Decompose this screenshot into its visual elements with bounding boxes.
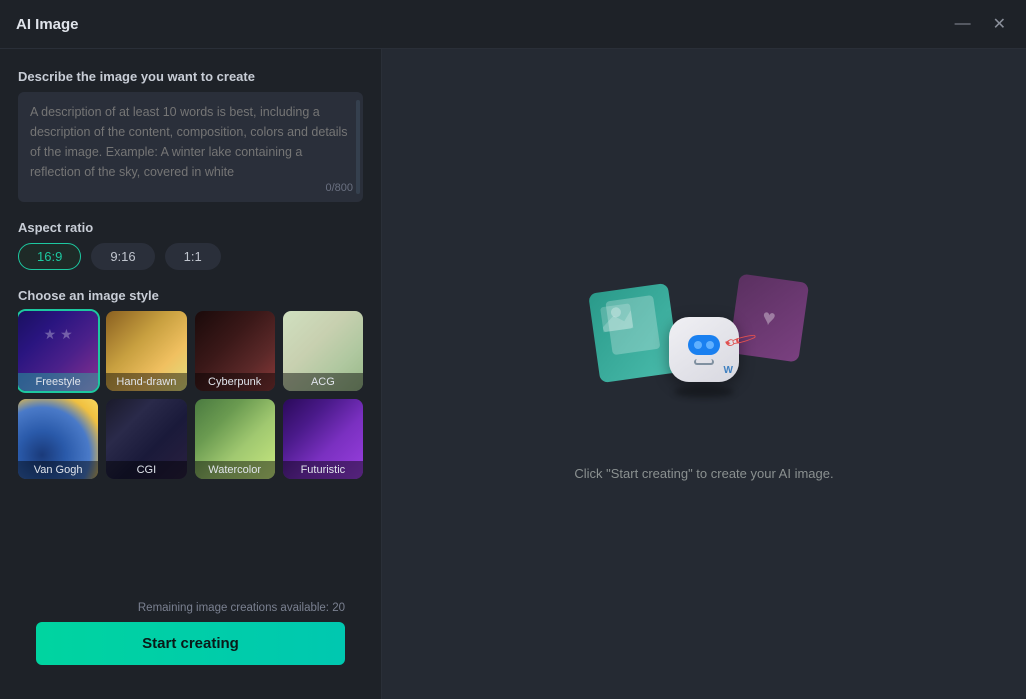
- style-item-vangogh[interactable]: Van Gogh: [18, 399, 98, 479]
- close-button[interactable]: ✕: [989, 12, 1010, 36]
- robot-eye: [688, 335, 720, 355]
- robot-mouth: [694, 359, 714, 365]
- style-item-watercolor[interactable]: Watercolor: [195, 399, 275, 479]
- style-item-handdrawn[interactable]: Hand-drawn: [106, 311, 186, 391]
- style-acg-label: ACG: [283, 373, 363, 391]
- style-item-freestyle[interactable]: Freestyle: [18, 311, 98, 391]
- aspect-btn-1-1[interactable]: 1:1: [165, 243, 221, 270]
- robot-body: W 🖌: [669, 317, 739, 398]
- main-layout: Describe the image you want to create 0/…: [0, 49, 1026, 699]
- window-title: AI Image: [16, 16, 79, 33]
- window-title-area: AI Image: [16, 16, 79, 33]
- style-handdrawn-label: Hand-drawn: [106, 373, 186, 391]
- style-vangogh-label: Van Gogh: [18, 461, 98, 479]
- prompt-section: Describe the image you want to create 0/…: [18, 69, 363, 202]
- aspect-ratio-section: Aspect ratio 16:9 9:16 1:1: [18, 220, 363, 270]
- robot-shadow: [674, 386, 734, 398]
- remaining-text: Remaining image creations available: 20: [36, 602, 345, 614]
- style-section: Choose an image style Freestyle Hand-dra…: [18, 288, 363, 479]
- style-cyberpunk-label: Cyberpunk: [195, 373, 275, 391]
- prompt-textarea-wrapper: 0/800: [18, 92, 363, 202]
- style-item-futuristic[interactable]: Futuristic: [283, 399, 363, 479]
- start-creating-button[interactable]: Start creating: [36, 622, 345, 665]
- style-futuristic-label: Futuristic: [283, 461, 363, 479]
- style-freestyle-label: Freestyle: [18, 373, 98, 391]
- minimize-button[interactable]: —: [951, 12, 975, 36]
- ai-illustration: W 🖌: [594, 268, 814, 448]
- hint-text: Click "Start creating" to create your AI…: [574, 466, 833, 481]
- style-item-cyberpunk[interactable]: Cyberpunk: [195, 311, 275, 391]
- style-grid: Freestyle Hand-drawn Cyberpunk ACG: [18, 311, 363, 479]
- style-label: Choose an image style: [18, 288, 363, 303]
- aspect-ratio-buttons: 16:9 9:16 1:1: [18, 243, 363, 270]
- scrollbar-track: [356, 100, 360, 194]
- illustration-card-left: [588, 282, 680, 382]
- window-controls: — ✕: [951, 12, 1010, 36]
- right-panel: W 🖌 Click "Start creating" to create you…: [382, 49, 1026, 699]
- aspect-ratio-label: Aspect ratio: [18, 220, 363, 235]
- robot-head: W 🖌: [669, 317, 739, 382]
- title-bar: AI Image — ✕: [0, 0, 1026, 49]
- style-item-cgi[interactable]: CGI: [106, 399, 186, 479]
- style-watercolor-label: Watercolor: [195, 461, 275, 479]
- left-panel: Describe the image you want to create 0/…: [0, 49, 382, 699]
- footer: Remaining image creations available: 20 …: [18, 592, 363, 679]
- prompt-label: Describe the image you want to create: [18, 69, 363, 84]
- aspect-btn-16-9[interactable]: 16:9: [18, 243, 81, 270]
- style-item-acg[interactable]: ACG: [283, 311, 363, 391]
- prompt-input[interactable]: [30, 102, 351, 182]
- left-panel-content: Describe the image you want to create 0/…: [18, 69, 363, 574]
- style-cgi-label: CGI: [106, 461, 186, 479]
- char-count: 0/800: [325, 182, 353, 194]
- robot-logo: W: [724, 365, 733, 376]
- aspect-btn-9-16[interactable]: 9:16: [91, 243, 154, 270]
